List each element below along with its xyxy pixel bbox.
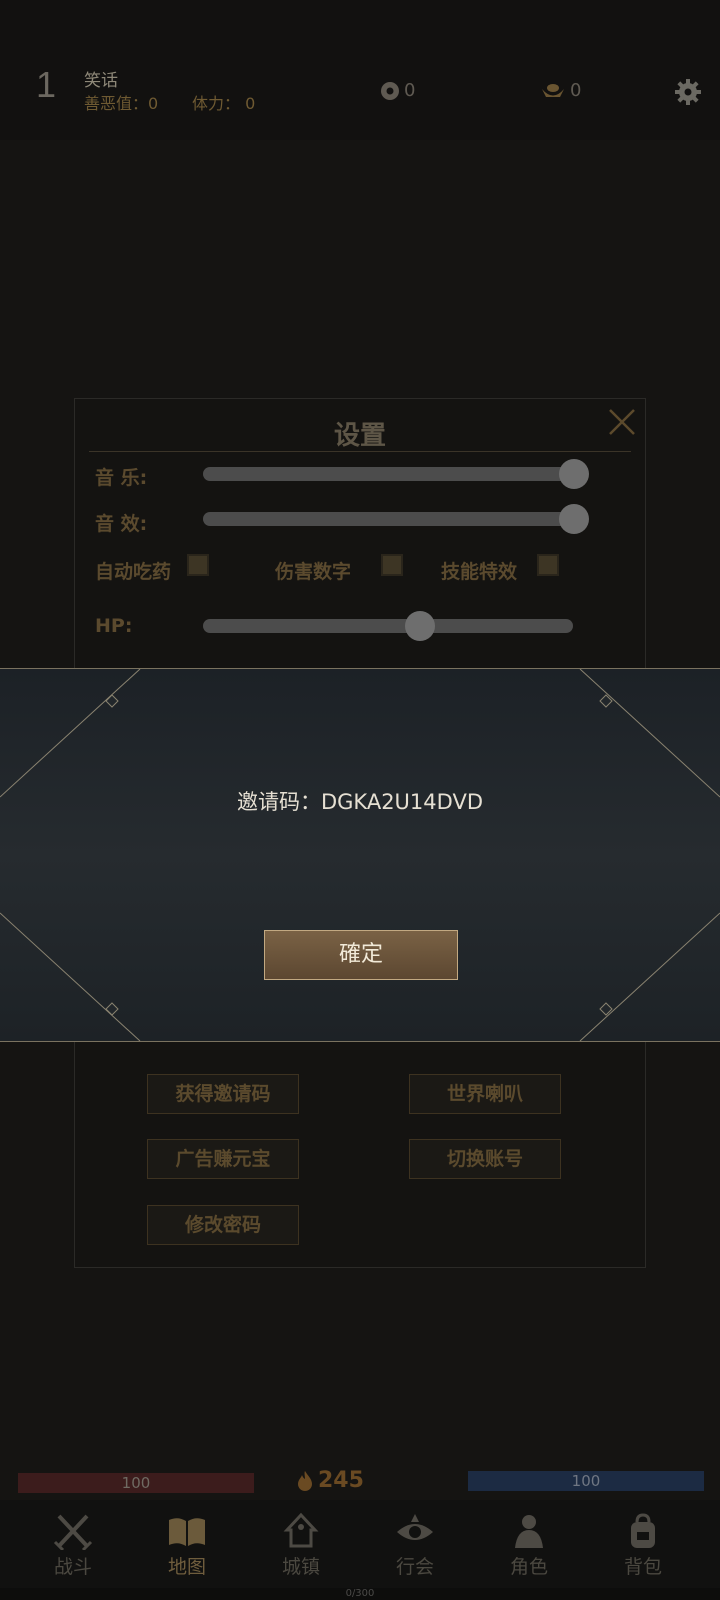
nav-guild[interactable]: 行会 [370, 1512, 460, 1579]
auto-potion-checkbox[interactable] [187, 554, 209, 576]
nav-character-label: 角色 [509, 1556, 548, 1578]
change-password-button[interactable]: 修改密码 [147, 1205, 299, 1245]
nav-town[interactable]: 城镇 [256, 1512, 346, 1579]
auto-potion-label: 自动吃药 [95, 561, 172, 583]
karma-stat: 善恶值：0 [84, 94, 159, 113]
nav-battle-label: 战斗 [53, 1556, 92, 1578]
get-invite-code-button[interactable]: 获得邀请码 [147, 1074, 299, 1114]
dialog-frame-decoration [0, 669, 720, 1041]
crossed-swords-icon [53, 1514, 93, 1550]
nav-backpack-label: 背包 [623, 1556, 662, 1578]
title-divider [89, 451, 631, 452]
character-icon [515, 1515, 543, 1548]
music-slider-knob[interactable] [559, 459, 589, 489]
player-name: 笑话 [84, 71, 118, 91]
ingot-icon [542, 83, 564, 97]
coin-icon [381, 81, 399, 100]
ingot-count: 0 [570, 80, 582, 101]
settings-title: 设置 [333, 421, 386, 451]
world-horn-button[interactable]: 世界喇叭 [409, 1074, 561, 1114]
guild-eye-icon [397, 1514, 433, 1540]
music-slider[interactable] [203, 467, 573, 481]
hp-bar: 100 [18, 1473, 254, 1493]
damage-numbers-label: 伤害数字 [275, 561, 352, 583]
hp-slider-knob[interactable] [405, 611, 435, 641]
switch-account-button[interactable]: 切换账号 [409, 1139, 561, 1179]
gear-icon[interactable] [674, 78, 702, 106]
skill-effects-checkbox[interactable] [537, 554, 559, 576]
hp-slider[interactable] [203, 619, 573, 633]
ad-earn-ingot-button[interactable]: 广告赚元宝 [147, 1139, 299, 1179]
mp-bar: 100 [468, 1471, 704, 1491]
experience-bar: 0/300 [0, 1588, 720, 1600]
invite-code-text: 邀请码：DGKA2U14DVD [236, 790, 483, 814]
close-icon[interactable] [607, 407, 637, 437]
fire-counter: 245 [296, 1468, 364, 1493]
town-icon [283, 1512, 319, 1548]
sound-label: 音 效: [95, 513, 148, 535]
hp-label: HP: [95, 615, 133, 637]
backpack-icon [631, 1513, 655, 1548]
nav-map[interactable]: 地图 [142, 1512, 232, 1579]
nav-map-label: 地图 [167, 1556, 206, 1578]
nav-battle[interactable]: 战斗 [28, 1512, 118, 1579]
top-status-bar: 1 笑话 善恶值：0 体力： 0 0 0 [0, 0, 720, 140]
player-level: 1 [36, 64, 57, 105]
flame-icon [298, 1470, 312, 1491]
sound-slider-knob[interactable] [559, 504, 589, 534]
coin-count: 0 [404, 80, 416, 101]
damage-numbers-checkbox[interactable] [381, 554, 403, 576]
book-icon [169, 1518, 205, 1546]
nav-backpack[interactable]: 背包 [598, 1512, 688, 1579]
sound-slider[interactable] [203, 512, 573, 526]
music-label: 音 乐: [95, 467, 148, 489]
ingot-counter: 0 [540, 80, 581, 101]
skill-effects-label: 技能特效 [441, 561, 518, 583]
nav-town-label: 城镇 [281, 1556, 320, 1578]
fire-value: 245 [318, 1468, 364, 1493]
nav-character[interactable]: 角色 [484, 1512, 574, 1579]
stamina-stat: 体力： 0 [192, 94, 256, 113]
nav-guild-label: 行会 [395, 1556, 434, 1578]
confirm-button[interactable]: 確定 [264, 930, 458, 980]
coin-counter: 0 [380, 80, 415, 101]
invite-dialog [0, 668, 720, 1042]
